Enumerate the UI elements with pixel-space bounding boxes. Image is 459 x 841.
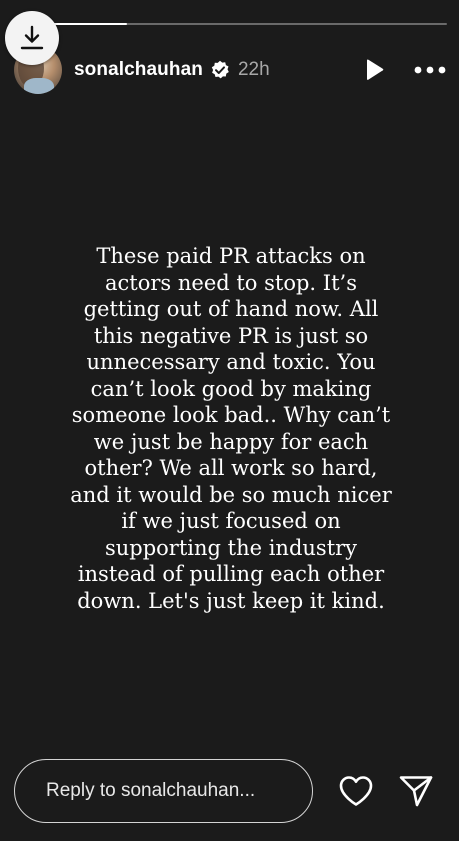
- username[interactable]: sonalchauhan: [74, 59, 203, 81]
- story-text-line: we just be happy for each: [93, 429, 369, 454]
- more-options-icon: [414, 66, 446, 74]
- story-header: sonalchauhan 22h: [14, 46, 447, 94]
- story-text-line: if we just focused on: [121, 509, 341, 533]
- story-text-line: supporting the industry: [104, 535, 358, 560]
- download-button[interactable]: [5, 11, 59, 65]
- share-button[interactable]: [397, 772, 435, 810]
- heart-icon: [339, 776, 373, 806]
- story-text: These paid PR attacks on actors need to s…: [55, 243, 407, 614]
- story-viewer: sonalchauhan 22h These paid PR attacks o…: [0, 0, 459, 841]
- more-options-button[interactable]: [413, 57, 447, 83]
- story-text-line: actors need to stop. It’s: [105, 270, 357, 295]
- header-controls: [361, 57, 447, 83]
- reply-placeholder: Reply to sonalchauhan...: [46, 780, 256, 801]
- story-text-line: can’t look good by making: [90, 376, 372, 401]
- story-text-line: someone look bad.. Why can’t: [71, 403, 391, 427]
- reply-input[interactable]: Reply to sonalchauhan...: [14, 759, 313, 823]
- play-icon: [367, 59, 384, 80]
- story-text-line: and it would be so much nicer: [70, 482, 392, 507]
- verified-badge-icon: [210, 60, 230, 80]
- story-progress-bar: [14, 23, 447, 25]
- story-text-line: instead of pulling each other: [77, 562, 385, 586]
- like-button[interactable]: [337, 772, 375, 810]
- avatar-shirt: [24, 78, 54, 94]
- story-text-line: unnecessary and toxic. You: [86, 350, 376, 374]
- send-icon: [399, 776, 433, 807]
- story-timestamp: 22h: [237, 59, 270, 80]
- story-text-line: These paid PR attacks on: [96, 244, 366, 268]
- story-text-line: getting out of hand now. All: [83, 297, 379, 321]
- play-button[interactable]: [361, 57, 387, 83]
- story-text-line: down. Let's just keep it kind.: [77, 588, 385, 613]
- story-text-line: this negative PR is just so: [93, 323, 369, 348]
- story-text-line: other? We all work so hard,: [84, 456, 378, 480]
- download-icon: [20, 25, 44, 50]
